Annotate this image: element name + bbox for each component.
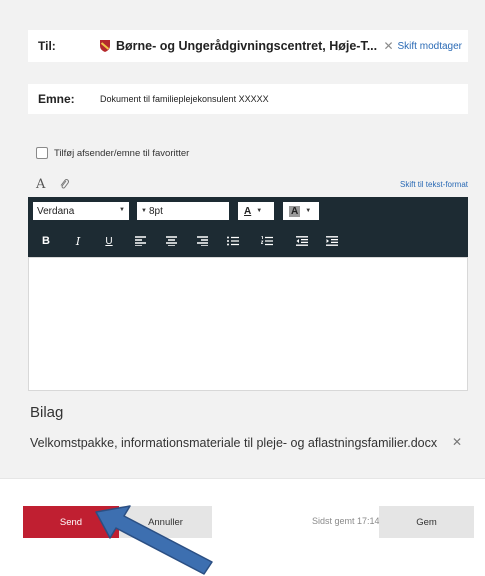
chevron-down-icon: ▼: [119, 207, 125, 213]
italic-label: I: [75, 234, 81, 248]
recipient-row: Til: Børne- og Ungerådgivningscentret, H…: [28, 30, 468, 62]
bold-button[interactable]: B: [38, 231, 54, 251]
align-right-icon[interactable]: [194, 231, 210, 251]
highlight-color-button[interactable]: A ▼: [283, 202, 319, 220]
subject-field[interactable]: Emne: Dokument til familieplejekonsulent…: [28, 84, 468, 114]
change-recipient-label: Skift modtager: [397, 40, 462, 52]
bullet-list-icon[interactable]: [225, 231, 241, 251]
arrow-pointer: [95, 505, 213, 575]
switch-text-format-link[interactable]: Skift til tekst-format: [400, 180, 468, 189]
toolbar-bottom-row: B I U: [28, 231, 468, 251]
save-button-label: Gem: [416, 516, 437, 528]
save-button[interactable]: Gem: [379, 506, 474, 538]
font-family-value: Verdana: [37, 205, 75, 217]
subject-input[interactable]: Dokument til familieplejekonsulent XXXXX: [100, 94, 269, 104]
recipient-name: Børne- og Ungerådgivningscentret, Høje-T…: [116, 39, 378, 53]
attachment-file-name: Velkomstpakke, informationsmateriale til…: [30, 436, 438, 450]
editor-toolbar: Verdana ▼ ▼ 8pt A ▼ A ▼ B I U: [28, 197, 468, 257]
underline-label: U: [105, 235, 113, 247]
align-center-icon[interactable]: [163, 231, 179, 251]
chevron-down-icon: ▼: [305, 208, 312, 214]
attachments-title: Bilag: [30, 404, 64, 421]
font-color-letter: A: [244, 205, 252, 217]
remove-attachment-close-icon[interactable]: ✕: [452, 435, 462, 449]
last-saved-status: Sidst gemt 17:14: [312, 516, 380, 526]
format-row: A Skift til tekst-format: [36, 176, 468, 192]
change-recipient-button[interactable]: ✕ Skift modtager: [383, 39, 462, 53]
close-icon: ✕: [383, 39, 394, 53]
italic-button[interactable]: I: [70, 231, 86, 251]
compose-panel: Til: Børne- og Ungerådgivningscentret, H…: [0, 0, 485, 478]
compose-footer: Send Annuller Sidst gemt 17:14 Gem: [0, 479, 485, 576]
outdent-icon[interactable]: [294, 231, 310, 251]
paperclip-icon[interactable]: [59, 178, 70, 190]
send-button-label: Send: [59, 516, 83, 528]
indent-icon[interactable]: [324, 231, 340, 251]
highlight-color-letter: A: [289, 205, 301, 217]
favorite-checkbox[interactable]: [36, 147, 48, 159]
numbered-list-icon[interactable]: [259, 231, 275, 251]
bold-label: B: [42, 235, 50, 247]
to-label: Til:: [38, 39, 56, 53]
underline-button[interactable]: U: [101, 231, 117, 251]
favorite-label: Tilføj afsender/emne til favoritter: [54, 147, 190, 159]
font-color-button[interactable]: A ▼: [238, 202, 274, 220]
font-icon[interactable]: A: [36, 177, 45, 192]
toolbar-top-row: Verdana ▼ ▼ 8pt A ▼ A ▼: [33, 202, 463, 220]
message-body-editor[interactable]: [28, 257, 468, 391]
subject-label: Emne:: [38, 92, 75, 106]
favorite-option[interactable]: Tilføj afsender/emne til favoritter: [36, 147, 189, 159]
crest-icon: [100, 40, 110, 52]
font-size-value: 8pt: [148, 205, 163, 217]
font-family-select[interactable]: Verdana ▼: [33, 202, 129, 220]
font-size-select[interactable]: ▼ 8pt: [137, 202, 229, 220]
align-left-icon[interactable]: [132, 231, 148, 251]
chevron-down-icon: ▼: [141, 208, 147, 214]
chevron-down-icon: ▼: [256, 208, 263, 214]
